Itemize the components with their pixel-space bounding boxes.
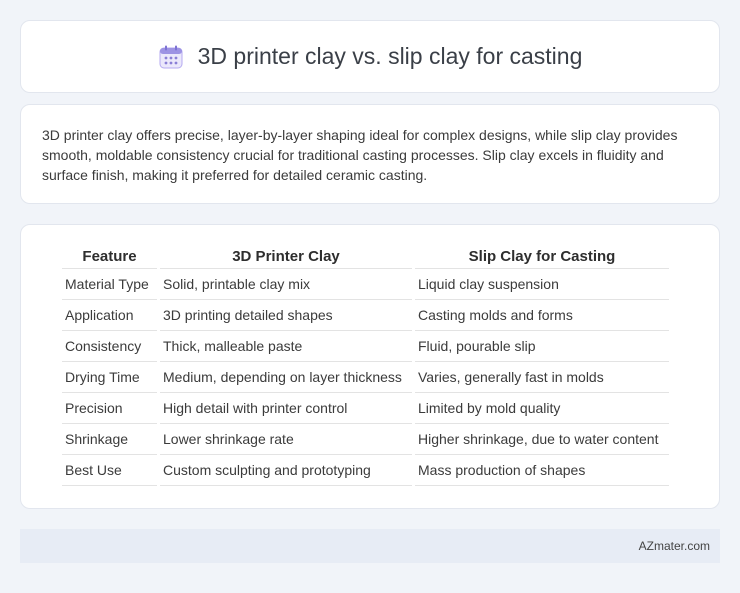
table-row: Consistency Thick, malleable paste Fluid… <box>62 331 669 362</box>
row-slip-clay-value: Casting molds and forms <box>415 300 669 331</box>
comparison-card: Feature 3D Printer Clay Slip Clay for Ca… <box>20 224 720 509</box>
calendar-icon <box>158 44 184 70</box>
table-row: Material Type Solid, printable clay mix … <box>62 269 669 300</box>
row-3d-printer-value: Solid, printable clay mix <box>160 269 412 300</box>
row-feature: Application <box>62 300 157 331</box>
description-text: 3D printer clay offers precise, layer-by… <box>42 127 678 183</box>
description-card: 3D printer clay offers precise, layer-by… <box>20 104 720 204</box>
row-3d-printer-value: High detail with printer control <box>160 393 412 424</box>
row-feature: Best Use <box>62 455 157 486</box>
table-header-row: Feature 3D Printer Clay Slip Clay for Ca… <box>62 245 669 269</box>
row-slip-clay-value: Mass production of shapes <box>415 455 669 486</box>
row-slip-clay-value: Liquid clay suspension <box>415 269 669 300</box>
row-feature: Shrinkage <box>62 424 157 455</box>
table-row: Drying Time Medium, depending on layer t… <box>62 362 669 393</box>
row-3d-printer-value: Lower shrinkage rate <box>160 424 412 455</box>
table-row: Precision High detail with printer contr… <box>62 393 669 424</box>
source-credit: AZmater.com <box>638 539 710 553</box>
table-row: Shrinkage Lower shrinkage rate Higher sh… <box>62 424 669 455</box>
title-card: 3D printer clay vs. slip clay for castin… <box>20 20 720 93</box>
row-feature: Precision <box>62 393 157 424</box>
row-3d-printer-value: Thick, malleable paste <box>160 331 412 362</box>
row-3d-printer-value: Custom sculpting and prototyping <box>160 455 412 486</box>
header-slip-clay: Slip Clay for Casting <box>415 245 669 269</box>
row-3d-printer-value: Medium, depending on layer thickness <box>160 362 412 393</box>
row-feature: Material Type <box>62 269 157 300</box>
row-feature: Drying Time <box>62 362 157 393</box>
row-slip-clay-value: Varies, generally fast in molds <box>415 362 669 393</box>
table-row: Best Use Custom sculpting and prototypin… <box>62 455 669 486</box>
header-3d-printer-clay: 3D Printer Clay <box>160 245 412 269</box>
row-slip-clay-value: Fluid, pourable slip <box>415 331 669 362</box>
row-slip-clay-value: Higher shrinkage, due to water content <box>415 424 669 455</box>
title-wrap: 3D printer clay vs. slip clay for castin… <box>158 43 583 70</box>
table-row: Application 3D printing detailed shapes … <box>62 300 669 331</box>
page-title: 3D printer clay vs. slip clay for castin… <box>197 43 583 69</box>
row-3d-printer-value: 3D printing detailed shapes <box>160 300 412 331</box>
header-feature: Feature <box>62 245 157 269</box>
comparison-table: Feature 3D Printer Clay Slip Clay for Ca… <box>59 245 672 486</box>
footer: AZmater.com <box>20 529 720 563</box>
row-feature: Consistency <box>62 331 157 362</box>
row-slip-clay-value: Limited by mold quality <box>415 393 669 424</box>
